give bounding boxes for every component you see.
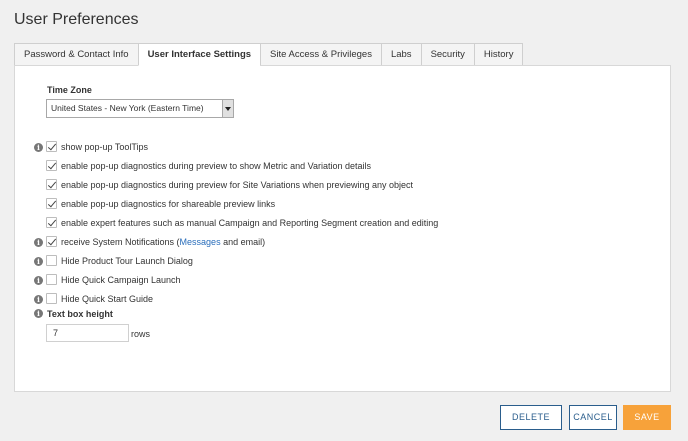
expert-features-label: enable expert features such as manual Ca… — [61, 218, 439, 228]
tab-labs[interactable]: Labs — [380, 43, 421, 66]
hide-tour-label: Hide Product Tour Launch Dialog — [61, 256, 193, 266]
tab-site-access[interactable]: Site Access & Privileges — [260, 43, 381, 66]
diag-metric-checkbox[interactable] — [46, 160, 57, 171]
notifications-label: receive System Notifications (Messages a… — [61, 237, 265, 247]
tab-security[interactable]: Security — [420, 43, 474, 66]
tab-password-contact[interactable]: Password & Contact Info — [14, 43, 138, 66]
textbox-height-input[interactable]: 7 — [46, 324, 129, 342]
diag-site-checkbox[interactable] — [46, 179, 57, 190]
textbox-height-unit: rows — [131, 329, 151, 339]
hide-start-checkbox[interactable] — [46, 293, 57, 304]
save-button[interactable]: SAVE — [623, 405, 671, 430]
expert-features-checkbox[interactable] — [46, 217, 57, 228]
tab-history[interactable]: History — [473, 43, 524, 66]
page-title: User Preferences — [14, 11, 139, 28]
info-icon[interactable]: i — [34, 257, 43, 266]
info-icon[interactable]: i — [34, 143, 43, 152]
diag-site-label: enable pop-up diagnostics during preview… — [61, 180, 414, 190]
info-icon[interactable]: i — [34, 309, 43, 318]
hide-campaign-checkbox[interactable] — [46, 274, 57, 285]
hide-campaign-label: Hide Quick Campaign Launch — [61, 275, 181, 285]
tab-bar: Password & Contact Info User Interface S… — [14, 43, 524, 66]
cancel-button[interactable]: CANCEL — [569, 405, 617, 430]
timezone-label: Time Zone — [47, 85, 92, 95]
settings-panel: Time Zone United States - New York (East… — [14, 65, 671, 392]
diag-share-label: enable pop-up diagnostics for shareable … — [61, 199, 276, 209]
diag-share-checkbox[interactable] — [46, 198, 57, 209]
hide-tour-checkbox[interactable] — [46, 255, 57, 266]
delete-button[interactable]: DELETE — [500, 405, 562, 430]
tab-user-interface-settings[interactable]: User Interface Settings — [137, 43, 261, 66]
chevron-down-icon[interactable] — [222, 100, 233, 117]
tooltips-checkbox[interactable] — [46, 141, 57, 152]
info-icon[interactable]: i — [34, 276, 43, 285]
tooltips-label: show pop-up ToolTips — [61, 142, 149, 152]
messages-link[interactable]: Messages — [180, 237, 221, 247]
info-icon[interactable]: i — [34, 295, 43, 304]
timezone-value: United States - New York (Eastern Time) — [51, 103, 204, 113]
hide-start-label: Hide Quick Start Guide — [61, 294, 154, 304]
textbox-height-label: Text box height — [47, 309, 113, 319]
notifications-label-prefix: receive System Notifications ( — [61, 237, 180, 247]
diag-metric-label: enable pop-up diagnostics during preview… — [61, 161, 372, 171]
timezone-select[interactable]: United States - New York (Eastern Time) — [46, 99, 234, 118]
notifications-label-suffix: and email) — [220, 237, 266, 247]
info-icon[interactable]: i — [34, 238, 43, 247]
notifications-checkbox[interactable] — [46, 236, 57, 247]
